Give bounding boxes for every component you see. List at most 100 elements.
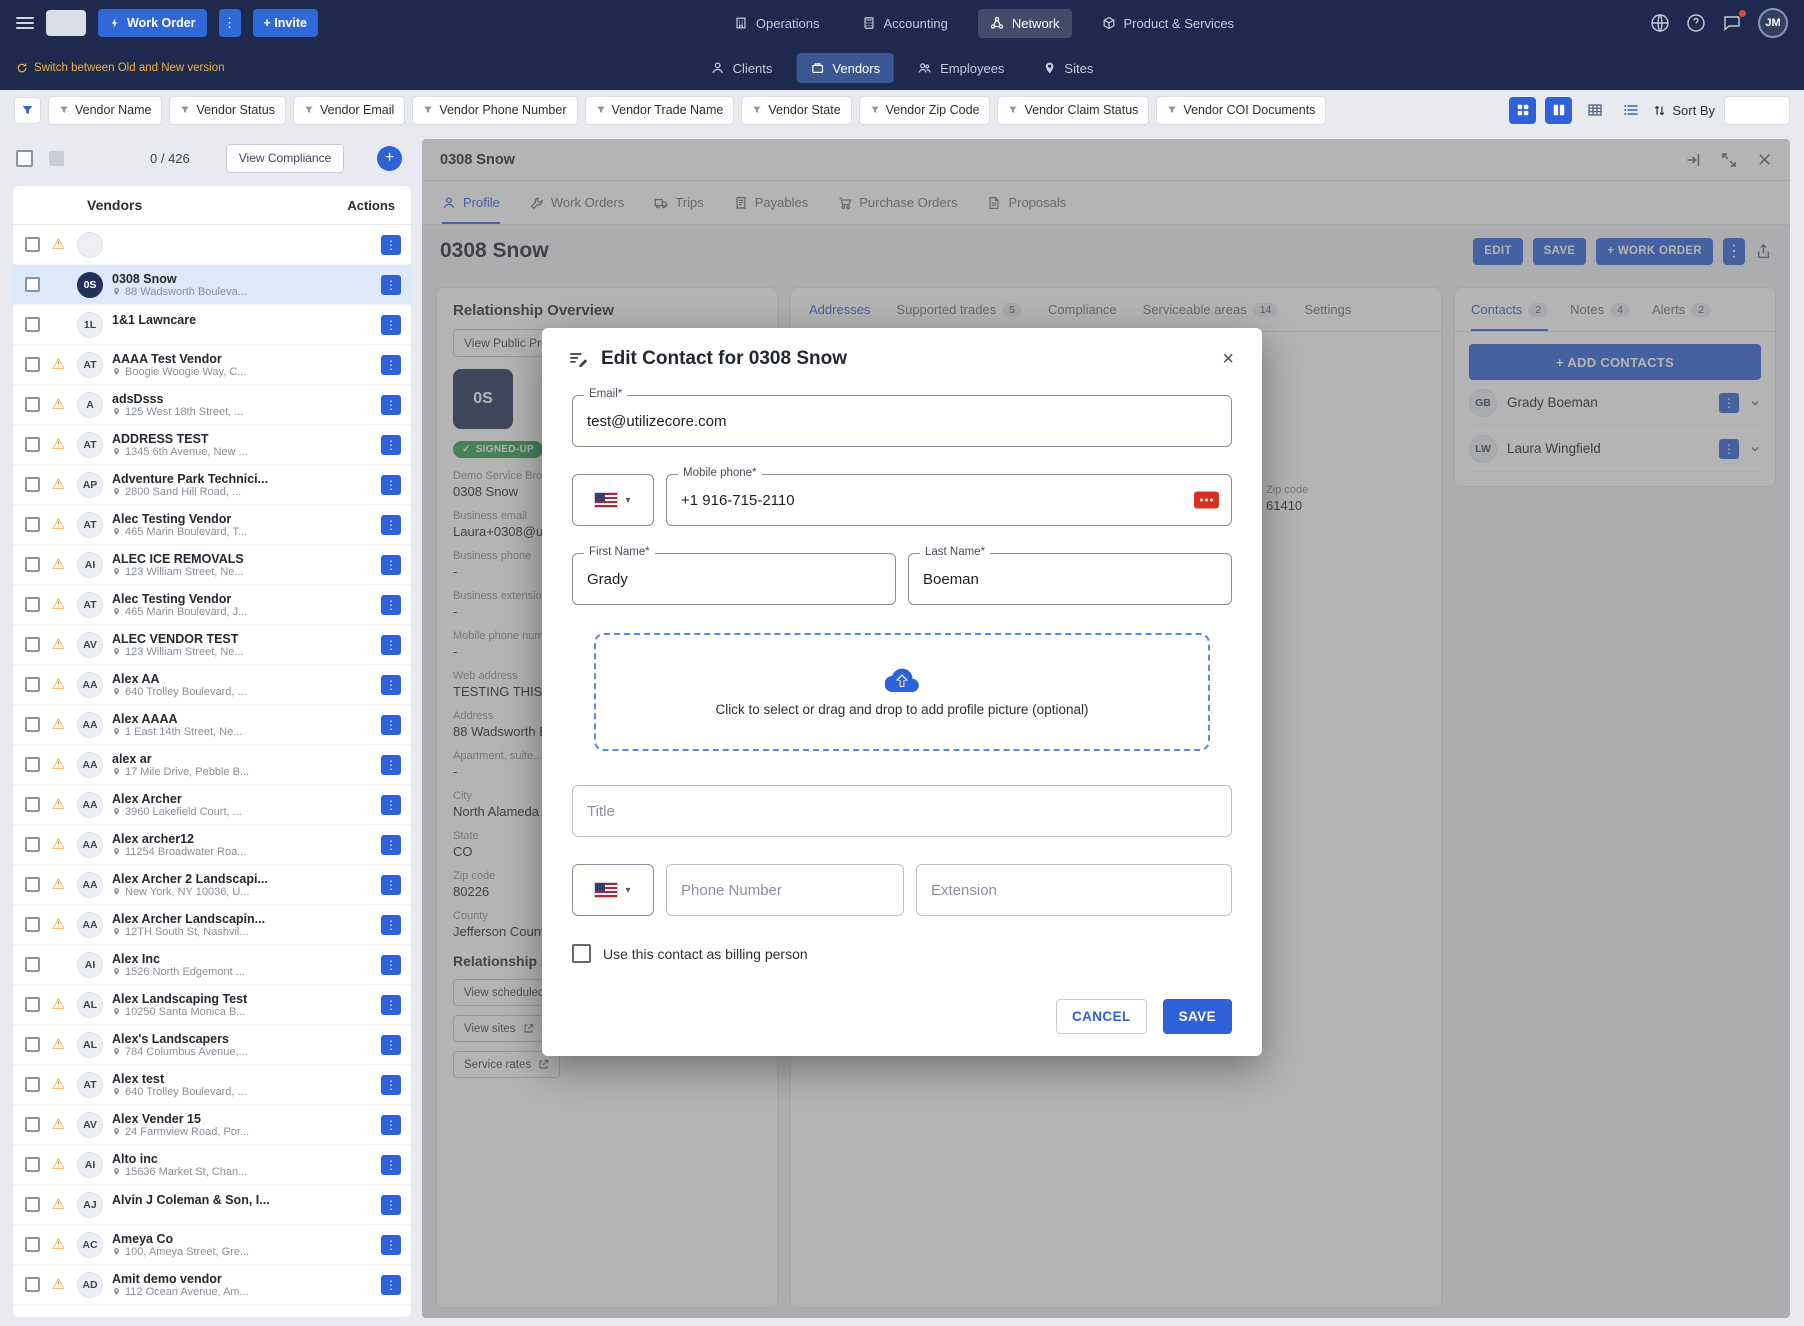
user-avatar[interactable]: JM [1758, 8, 1788, 38]
vendor-row[interactable]: ⚠ AT Alec Testing Vendor 465 Marin Boule… [13, 505, 411, 545]
relationship-link-chip[interactable]: View sites [453, 1015, 545, 1042]
nav-product-services[interactable]: Product & Services [1090, 9, 1247, 38]
billing-person-checkbox[interactable] [572, 944, 591, 963]
filter-chip[interactable]: Vendor State [741, 96, 851, 125]
vendor-checkbox[interactable] [25, 597, 40, 612]
tab-payables[interactable]: Payables [734, 181, 808, 224]
vendor-actions-button[interactable]: ⋮ [381, 395, 401, 415]
vendor-row[interactable]: ⚠ AA Alex Archer 3960 Lakefield Court, .… [13, 785, 411, 825]
selection-menu-button[interactable] [49, 151, 64, 166]
tab-clients[interactable]: Clients [697, 53, 787, 83]
vendor-row[interactable]: ⚠ AP Adventure Park Technici... 2800 San… [13, 465, 411, 505]
close-panel-icon[interactable] [1757, 152, 1772, 168]
filter-menu-button[interactable] [14, 97, 41, 124]
nav-network[interactable]: Network [978, 9, 1072, 38]
vendor-actions-button[interactable]: ⋮ [381, 315, 401, 335]
vendor-actions-button[interactable]: ⋮ [381, 1035, 401, 1055]
invite-button[interactable]: + Invite [253, 9, 318, 37]
add-work-order-button[interactable]: + WORK ORDER [1596, 238, 1713, 265]
tab-supported-trades[interactable]: Supported trades5 [896, 288, 1022, 331]
vendor-actions-button[interactable]: ⋮ [381, 515, 401, 535]
vendor-row[interactable]: ⚠ AI ALEC ICE REMOVALS 123 William Stree… [13, 545, 411, 585]
chevron-down-icon[interactable] [1749, 397, 1761, 409]
announcements-icon[interactable] [1650, 13, 1670, 33]
vendor-row[interactable]: ⚠ AI Alto inc 15636 Market St, Chan... ⋮ [13, 1145, 411, 1185]
vendor-actions-button[interactable]: ⋮ [381, 715, 401, 735]
vendor-actions-button[interactable]: ⋮ [381, 1115, 401, 1135]
contact-row[interactable]: LW Laura Wingfield ⋮ [1469, 426, 1761, 472]
select-all-checkbox[interactable] [16, 150, 33, 167]
vendor-checkbox[interactable] [25, 717, 40, 732]
vendor-checkbox[interactable] [25, 317, 40, 332]
tab-notes[interactable]: Notes4 [1570, 288, 1630, 331]
filter-chip[interactable]: Vendor Zip Code [859, 96, 991, 125]
vendor-row[interactable]: ⚠ AD Amit demo vendor 112 Ocean Avenue, … [13, 1265, 411, 1305]
vendor-checkbox[interactable] [25, 517, 40, 532]
nav-accounting[interactable]: Accounting [850, 9, 960, 38]
vendor-checkbox[interactable] [25, 557, 40, 572]
filter-chip[interactable]: Vendor Trade Name [585, 96, 735, 125]
country-code-select-secondary[interactable]: ▾ [572, 864, 654, 916]
tab-sites[interactable]: Sites [1028, 53, 1107, 83]
edit-button[interactable]: EDIT [1473, 238, 1522, 265]
tab-trips[interactable]: Trips [654, 181, 703, 224]
save-button[interactable]: SAVE [1163, 999, 1232, 1034]
vendor-row[interactable]: ⚠ AT ADDRESS TEST 1345 6th Avenue, New .… [13, 425, 411, 465]
vendor-checkbox[interactable] [25, 637, 40, 652]
save-button[interactable]: SAVE [1533, 238, 1587, 265]
title-input[interactable] [572, 785, 1232, 837]
vendor-actions-button[interactable]: ⋮ [381, 795, 401, 815]
list-view-button[interactable] [1617, 97, 1644, 124]
vendor-actions-button[interactable]: ⋮ [381, 635, 401, 655]
vendor-checkbox[interactable] [25, 1037, 40, 1052]
vendor-row[interactable]: ⚠ AA Alex archer12 11254 Broadwater Roa.… [13, 825, 411, 865]
first-name-field[interactable]: First Name* Grady [572, 553, 896, 605]
vendor-row[interactable]: ⚠ AA alex ar 17 Mile Drive, Pebble B... … [13, 745, 411, 785]
vendor-actions-button[interactable]: ⋮ [381, 475, 401, 495]
vendor-actions-button[interactable]: ⋮ [381, 835, 401, 855]
vendor-row[interactable]: ⚠ AA Alex AAAA 1 East 14th Street, Ne...… [13, 705, 411, 745]
vendor-checkbox[interactable] [25, 877, 40, 892]
more-actions-button[interactable]: ⋮ [1723, 238, 1745, 265]
vendor-actions-button[interactable]: ⋮ [381, 915, 401, 935]
collapse-right-icon[interactable] [1685, 152, 1701, 168]
chevron-down-icon[interactable] [1749, 443, 1761, 455]
vendor-row[interactable]: ⚠ 1L 1&1 Lawncare ⋮ [13, 305, 411, 345]
vendor-actions-button[interactable]: ⋮ [381, 955, 401, 975]
vendor-row[interactable]: ⚠ AV ALEC VENDOR TEST 123 William Street… [13, 625, 411, 665]
filter-chip[interactable]: Vendor COI Documents [1156, 96, 1326, 125]
add-vendor-button[interactable]: + [377, 146, 402, 171]
tab-employees[interactable]: Employees [904, 53, 1018, 83]
vendor-row[interactable]: ⚠ AT Alec Testing Vendor 465 Marin Boule… [13, 585, 411, 625]
autofill-icon[interactable] [1194, 492, 1219, 509]
vendor-checkbox[interactable] [25, 997, 40, 1012]
expand-icon[interactable] [1721, 152, 1737, 168]
vendor-row[interactable]: ⚠ AA Alex Archer 2 Landscapi... New York… [13, 865, 411, 905]
tab-contacts[interactable]: Contacts2 [1471, 288, 1548, 331]
vendor-row[interactable]: ⚠ A adsDsss 125 West 18th Street, ... ⋮ [13, 385, 411, 425]
vendor-actions-button[interactable]: ⋮ [381, 555, 401, 575]
filter-chip[interactable]: Vendor Name [48, 96, 162, 125]
filter-chip[interactable]: Vendor Status [169, 96, 286, 125]
vendor-actions-button[interactable]: ⋮ [381, 595, 401, 615]
vendor-row[interactable]: ⚠ AC Ameya Co 100, Ameya Street, Gre... … [13, 1225, 411, 1265]
vendor-checkbox[interactable] [25, 957, 40, 972]
vendor-checkbox[interactable] [25, 477, 40, 492]
sort-by-control[interactable]: Sort By [1653, 103, 1715, 118]
vendor-actions-button[interactable]: ⋮ [381, 675, 401, 695]
vendor-actions-button[interactable]: ⋮ [381, 1075, 401, 1095]
tab-serviceable-areas[interactable]: Serviceable areas14 [1143, 288, 1279, 331]
filter-chip[interactable]: Vendor Phone Number [412, 96, 577, 125]
mobile-phone-field[interactable]: Mobile phone* +1 916-715-2110 [666, 474, 1232, 526]
vendor-actions-button[interactable]: ⋮ [381, 995, 401, 1015]
vendor-actions-button[interactable]: ⋮ [381, 755, 401, 775]
add-contacts-button[interactable]: + ADD CONTACTS [1469, 344, 1761, 380]
vendor-checkbox[interactable] [25, 1237, 40, 1252]
extension-input[interactable] [916, 864, 1232, 916]
vendor-checkbox[interactable] [25, 1077, 40, 1092]
tab-alerts[interactable]: Alerts2 [1652, 288, 1711, 331]
tab-purchase-orders[interactable]: Purchase Orders [838, 181, 957, 224]
vendor-row[interactable]: ⚠ 0S 0308 Snow 88 Wadsworth Bouleva... ⋮ [13, 265, 411, 305]
board-view-button[interactable] [1509, 97, 1536, 124]
contact-actions-button[interactable]: ⋮ [1719, 393, 1739, 413]
